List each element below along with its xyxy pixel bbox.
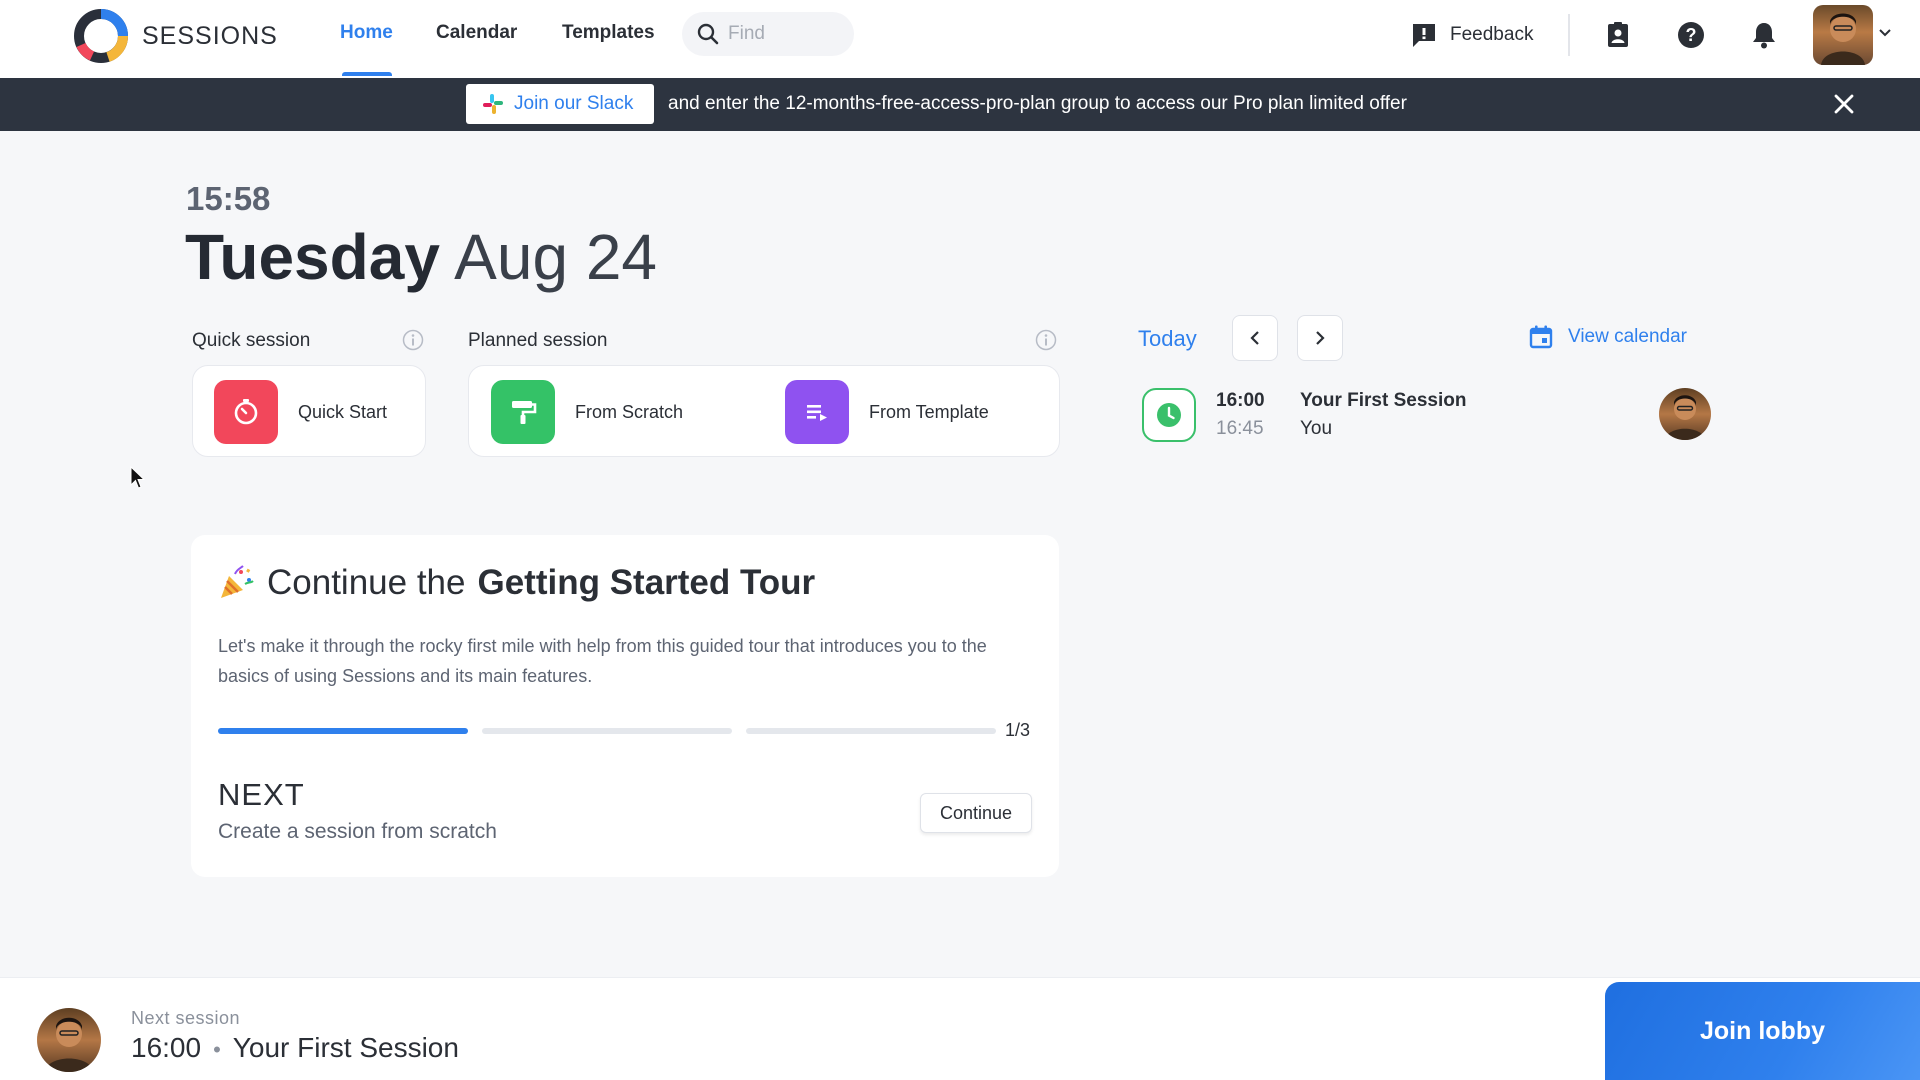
tour-description: Let's make it through the rocky first mi… xyxy=(218,636,987,686)
contacts-button[interactable] xyxy=(1601,18,1635,52)
next-session-title: Your First Session xyxy=(232,1032,459,1063)
user-avatar[interactable] xyxy=(1813,5,1873,65)
toolbar-divider xyxy=(1568,14,1570,56)
planned-session-label: Planned session xyxy=(468,330,608,351)
info-icon[interactable] xyxy=(1035,329,1057,351)
feedback-icon xyxy=(1413,24,1435,47)
from-template-button[interactable]: From Template xyxy=(785,380,989,444)
template-list-icon xyxy=(807,405,827,421)
help-button[interactable]: ? xyxy=(1674,18,1708,52)
progress-count: 1/3 xyxy=(1005,720,1031,740)
search-box[interactable] xyxy=(682,12,854,56)
current-time: 15:58 xyxy=(186,180,271,217)
nav-templates[interactable]: Templates xyxy=(562,22,655,44)
calendar-icon xyxy=(1529,325,1553,349)
join-slack-button[interactable]: Join our Slack xyxy=(466,84,654,124)
progress-step-2 xyxy=(482,728,732,734)
next-heading: NEXT xyxy=(218,777,305,812)
bell-icon xyxy=(1753,23,1775,49)
session-end-time: 16:45 xyxy=(1216,418,1264,439)
planned-session-card: From Scratch From Template xyxy=(468,365,1060,457)
quick-start-button[interactable]: Quick Start xyxy=(214,380,387,444)
chevron-down-icon[interactable] xyxy=(1878,26,1892,40)
tour-title-bold: Getting Started Tour xyxy=(477,563,816,602)
party-popper-icon xyxy=(221,565,254,598)
sessions-logo-icon[interactable] xyxy=(72,7,130,65)
from-scratch-label: From Scratch xyxy=(575,401,684,422)
nav-home[interactable]: Home xyxy=(340,22,393,44)
svg-text:?: ? xyxy=(1686,25,1697,45)
feedback-label: Feedback xyxy=(1450,24,1534,45)
info-icon[interactable] xyxy=(402,329,424,351)
promo-banner: Join our Slack and enter the 12-months-f… xyxy=(0,78,1920,131)
next-session-avatar xyxy=(37,1008,101,1072)
close-icon[interactable] xyxy=(1830,90,1858,118)
from-scratch-tile xyxy=(491,380,555,444)
chevron-right-icon xyxy=(1316,331,1325,345)
today-button[interactable]: Today xyxy=(1138,326,1197,352)
brand-name: SESSIONS xyxy=(142,22,278,50)
clock-icon xyxy=(1157,403,1181,427)
join-lobby-button[interactable]: Join lobby xyxy=(1605,982,1920,1080)
progress-fill xyxy=(218,728,468,734)
view-calendar-label: View calendar xyxy=(1568,326,1688,347)
top-navigation-bar: SESSIONS Home Calendar Templates Feedbac… xyxy=(0,0,1920,78)
search-icon xyxy=(697,23,719,45)
person-avatar-icon xyxy=(45,1017,93,1072)
current-weekday: Tuesday xyxy=(185,221,440,293)
active-nav-indicator xyxy=(342,72,392,76)
notifications-button[interactable] xyxy=(1747,18,1781,52)
timer-icon xyxy=(234,399,258,425)
next-session-bar: Next session 16:00 • Your First Session Jo… xyxy=(0,977,1920,1080)
quick-start-label: Quick Start xyxy=(298,401,388,422)
join-slack-label: Join our Slack xyxy=(514,93,634,114)
progress-step-3 xyxy=(746,728,996,734)
contacts-icon xyxy=(1608,22,1628,47)
session-start-time: 16:00 xyxy=(1216,390,1265,411)
slack-icon xyxy=(483,94,503,114)
current-month-day: Aug 24 xyxy=(454,221,657,293)
continue-button[interactable]: Continue xyxy=(920,793,1032,833)
next-session-summary: 16:00 • Your First Session xyxy=(131,1032,459,1064)
tour-title-prefix: Continue the xyxy=(267,563,466,602)
progress-step-1 xyxy=(218,728,468,734)
person-avatar-icon xyxy=(1821,13,1865,65)
tour-title: Continue the Getting Started Tour xyxy=(217,563,815,603)
quick-session-label: Quick session xyxy=(192,330,311,351)
help-icon: ? xyxy=(1678,22,1704,48)
session-title: Your First Session xyxy=(1300,390,1467,411)
person-avatar-icon xyxy=(1665,395,1705,440)
session-list-item[interactable]: 16:00 16:45 Your First Session You xyxy=(1142,384,1712,444)
mouse-cursor-icon xyxy=(130,466,146,489)
next-step-description: Create a session from scratch xyxy=(218,820,497,843)
session-status-badge xyxy=(1142,388,1196,442)
from-template-tile xyxy=(785,380,849,444)
from-template-label: From Template xyxy=(869,401,989,422)
from-scratch-button[interactable]: From Scratch xyxy=(491,380,683,444)
previous-day-button[interactable] xyxy=(1232,315,1278,361)
chevron-left-icon xyxy=(1250,331,1259,345)
quick-start-tile xyxy=(214,380,278,444)
search-input[interactable] xyxy=(728,20,846,48)
nav-calendar[interactable]: Calendar xyxy=(436,22,517,44)
separator-dot: • xyxy=(213,1037,221,1062)
current-date: Tuesday Aug 24 xyxy=(185,220,657,294)
getting-started-tour-card: Continue the Getting Started Tour Let's … xyxy=(191,535,1059,877)
next-session-time: 16:00 xyxy=(131,1032,202,1063)
paint-roller-icon xyxy=(512,401,537,424)
next-day-button[interactable] xyxy=(1297,315,1343,361)
view-calendar-link[interactable]: View calendar xyxy=(1528,324,1687,350)
session-host-avatar xyxy=(1659,388,1711,440)
quick-session-card: Quick Start xyxy=(192,365,426,457)
session-host: You xyxy=(1300,418,1333,439)
banner-message: and enter the 12-months-free-access-pro-… xyxy=(668,93,1407,114)
next-session-label: Next session xyxy=(131,1008,241,1028)
feedback-button[interactable]: Feedback xyxy=(1410,18,1533,52)
